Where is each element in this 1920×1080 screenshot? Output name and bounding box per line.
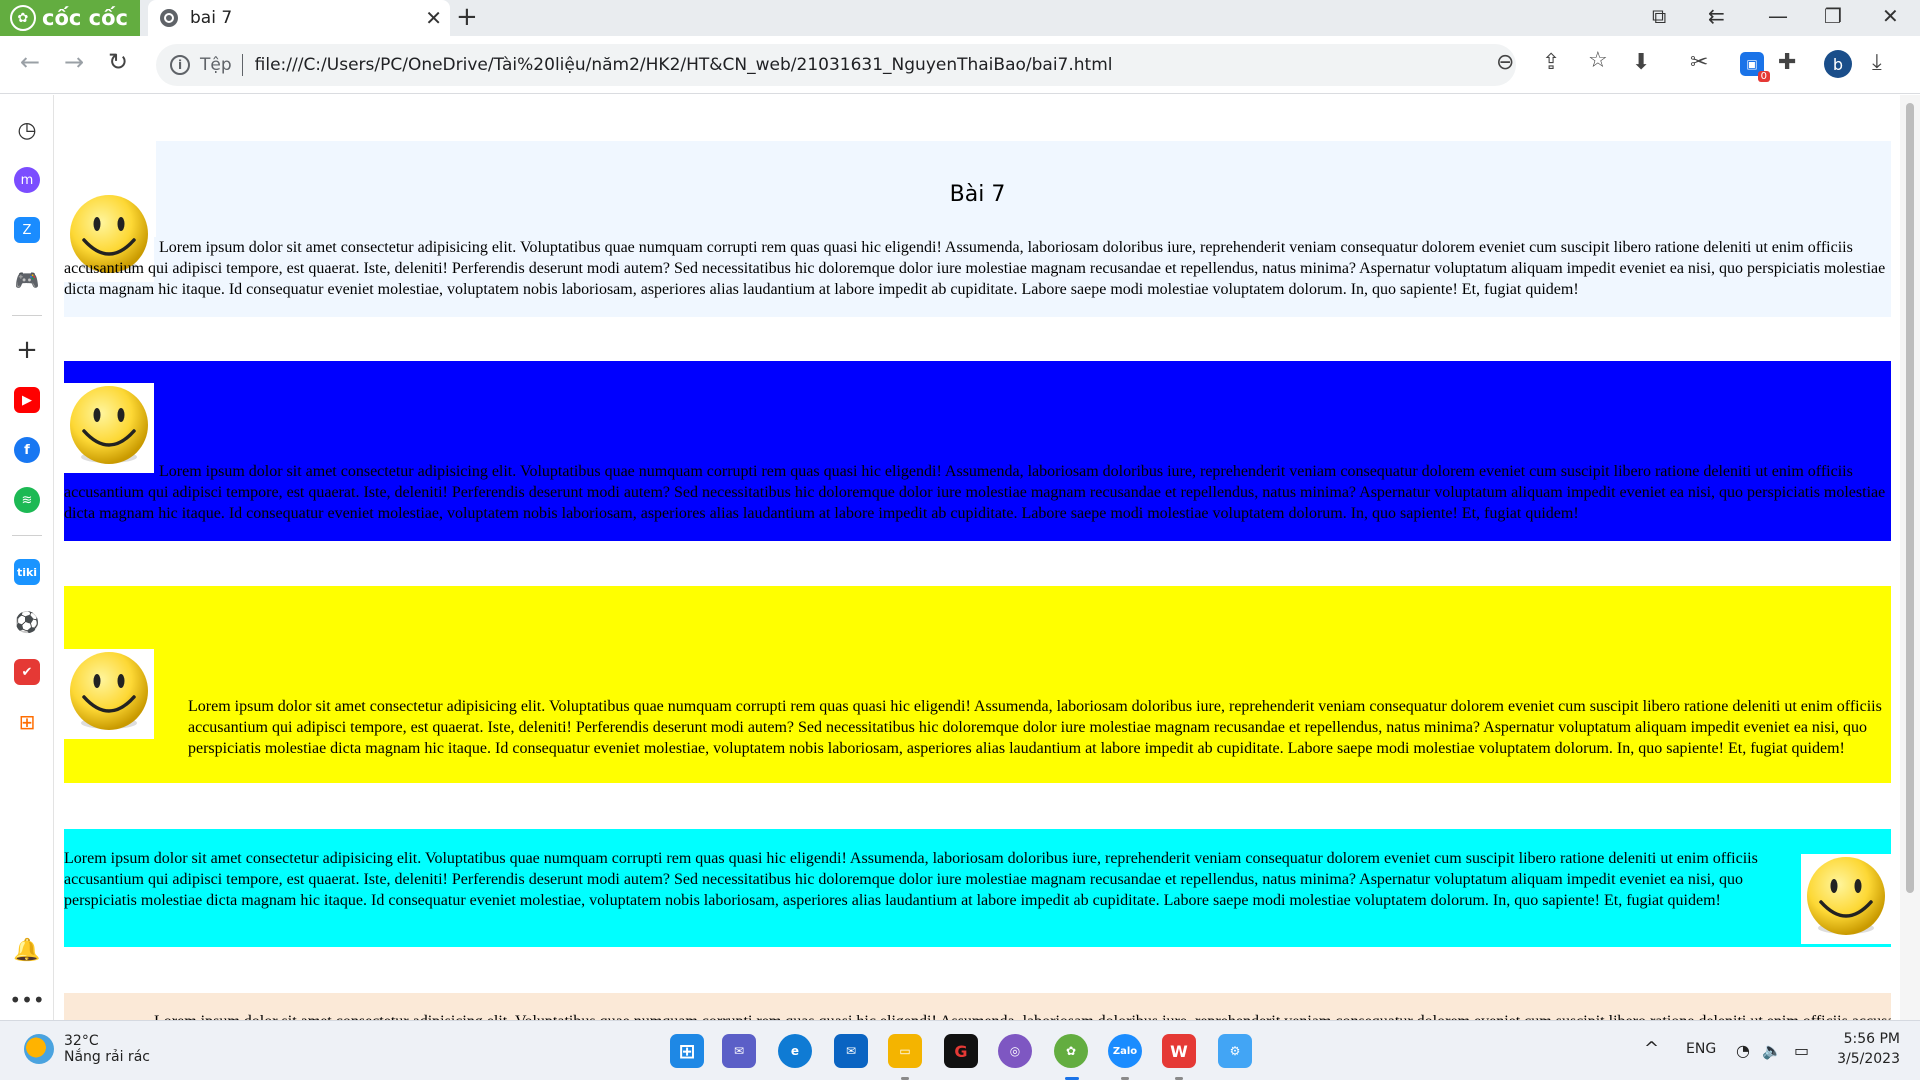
weather-condition: Nắng rải rác: [64, 1049, 150, 1065]
smiley-image: [1801, 854, 1891, 944]
new-tab-button[interactable]: +: [456, 2, 478, 32]
add-icon[interactable]: +: [14, 335, 40, 365]
smiley-image: [64, 649, 154, 739]
spotify-icon[interactable]: ≋: [14, 487, 40, 513]
content-box-3: Lorem ipsum dolor sit amet consectetur a…: [64, 586, 1891, 783]
chevron-up-icon[interactable]: ^: [1644, 1038, 1659, 1059]
address-separator: [241, 54, 243, 76]
content-box-2: Lorem ipsum dolor sit amet consectetur a…: [64, 361, 1891, 541]
tiki-icon[interactable]: tiki: [14, 559, 40, 585]
bookmark-star-icon[interactable]: ☆: [1588, 48, 1608, 73]
screenshot-search-icon[interactable]: ⧉: [1652, 4, 1666, 28]
bell-icon[interactable]: 🔔: [13, 937, 40, 963]
zoom-out-icon[interactable]: ⊖: [1496, 50, 1514, 75]
more-icon[interactable]: •••: [9, 987, 44, 1013]
extension-icon[interactable]: ▣ 0: [1740, 52, 1770, 82]
clock-date: 3/5/2023: [1837, 1051, 1900, 1067]
wifi-icon[interactable]: ◔: [1736, 1041, 1750, 1060]
info-icon[interactable]: i: [170, 55, 190, 75]
youtube-icon[interactable]: ▶: [14, 387, 40, 413]
battery-icon[interactable]: ▭: [1794, 1041, 1809, 1060]
content-box-4: Lorem ipsum dolor sit amet consectetur a…: [64, 829, 1891, 947]
reload-button[interactable]: ↻: [108, 48, 128, 76]
share-icon[interactable]: ⇪: [1542, 50, 1560, 75]
tab-title: bai 7: [190, 8, 233, 28]
page-title: Bài 7: [949, 182, 1006, 207]
edge-icon[interactable]: e: [778, 1034, 812, 1068]
teams-chat-icon[interactable]: ✉: [722, 1034, 756, 1068]
tab-bai7[interactable]: bai 7 ✕: [148, 0, 450, 36]
address-scheme: Tệp: [200, 55, 232, 75]
lorem-paragraph: Lorem ipsum dolor sit amet consectetur a…: [64, 239, 1886, 298]
history-icon[interactable]: ◷: [14, 117, 40, 143]
back-button[interactable]: ←: [20, 48, 40, 76]
globe-icon: [160, 9, 178, 27]
remote-desktop-icon[interactable]: ⚙: [1218, 1034, 1252, 1068]
sidebar-divider: [12, 535, 42, 536]
web-page: Bài 7 Lorem ipsum dolor sit amet consect…: [55, 95, 1900, 1020]
adblock-icon[interactable]: ✂: [1690, 50, 1708, 75]
save-page-icon[interactable]: ⬇: [1632, 50, 1650, 75]
title-bar: ✿ cốc cốc bai 7 ✕ + ⧉ ⇇ — ❐ ✕: [0, 0, 1920, 36]
address-bar[interactable]: i Tệp file:///C:/Users/PC/OneDrive/Tài%2…: [156, 44, 1516, 86]
browser-toolbar: ← → ↻ i Tệp file:///C:/Users/PC/OneDrive…: [0, 36, 1920, 94]
clock-time: 5:56 PM: [1843, 1031, 1900, 1047]
mail-icon[interactable]: ✉: [834, 1034, 868, 1068]
messenger-icon[interactable]: m: [14, 167, 40, 193]
language-indicator[interactable]: ENG: [1686, 1041, 1716, 1057]
copilot-icon[interactable]: ◎: [998, 1034, 1032, 1068]
lorem-paragraph: Lorem ipsum dolor sit amet consectetur a…: [64, 1011, 1891, 1020]
profile-avatar[interactable]: b: [1824, 50, 1852, 78]
garena-icon[interactable]: G: [944, 1034, 978, 1068]
content-box-1: Bài 7 Lorem ipsum dolor sit amet consect…: [64, 141, 1891, 317]
weather-widget[interactable]: 32°C Nắng rải rác: [24, 1033, 150, 1065]
weather-icon: [24, 1034, 54, 1064]
page-scrollbar[interactable]: [1900, 95, 1920, 1020]
volume-icon[interactable]: 🔈: [1762, 1041, 1782, 1060]
zalo-icon[interactable]: Z: [14, 217, 40, 243]
windows-taskbar: 32°C Nắng rải rác ⊞ ✉ e ✉ ▭ G ◎ ✿ Zalo W…: [0, 1020, 1920, 1080]
close-window-button[interactable]: ✕: [1882, 4, 1899, 28]
browser-brand[interactable]: ✿ cốc cốc: [0, 0, 140, 36]
game-icon[interactable]: 🎮: [14, 267, 40, 293]
content-box-5: Lorem ipsum dolor sit amet consectetur a…: [64, 993, 1891, 1020]
sidebar-divider: [12, 315, 42, 316]
forward-button[interactable]: →: [64, 48, 84, 76]
zalo-taskbar-icon[interactable]: Zalo: [1108, 1034, 1142, 1068]
wps-office-icon[interactable]: W: [1162, 1034, 1196, 1068]
extension-badge: 0: [1757, 71, 1770, 82]
coccoc-icon[interactable]: ✿: [1054, 1034, 1088, 1068]
shop-icon[interactable]: ⊞: [14, 709, 40, 735]
lorem-paragraph: Lorem ipsum dolor sit amet consectetur a…: [188, 698, 1882, 757]
tab-search-icon[interactable]: ⇇: [1708, 4, 1725, 28]
close-tab-icon[interactable]: ✕: [425, 6, 442, 30]
system-clock[interactable]: 5:56 PM 3/5/2023: [1830, 1029, 1900, 1069]
temperature: 32°C: [64, 1033, 99, 1049]
restore-button[interactable]: ❐: [1824, 4, 1842, 28]
address-url[interactable]: file:///C:/Users/PC/OneDrive/Tài%20liệu/…: [255, 55, 1113, 75]
downloads-icon[interactable]: ⤓: [1872, 50, 1882, 75]
smiley-image: [64, 383, 154, 473]
todo-icon[interactable]: ✔: [14, 659, 40, 685]
start-icon[interactable]: ⊞: [670, 1034, 704, 1068]
sidebar: ◷ m Z 🎮 + ▶ f ≋ tiki ⚽ ✔ ⊞ 🔔 •••: [0, 95, 54, 1020]
extensions-puzzle-icon[interactable]: ✚: [1778, 50, 1796, 75]
brand-name: cốc cốc: [42, 6, 128, 30]
coccoc-logo-icon: ✿: [10, 5, 36, 31]
scrollbar-thumb[interactable]: [1906, 103, 1914, 893]
facebook-icon[interactable]: f: [14, 437, 40, 463]
file-explorer-icon[interactable]: ▭: [888, 1034, 922, 1068]
lorem-paragraph: Lorem ipsum dolor sit amet consectetur a…: [64, 463, 1886, 522]
football-icon[interactable]: ⚽: [14, 609, 40, 635]
minimize-button[interactable]: —: [1768, 4, 1788, 28]
lorem-paragraph: Lorem ipsum dolor sit amet consectetur a…: [64, 850, 1758, 909]
